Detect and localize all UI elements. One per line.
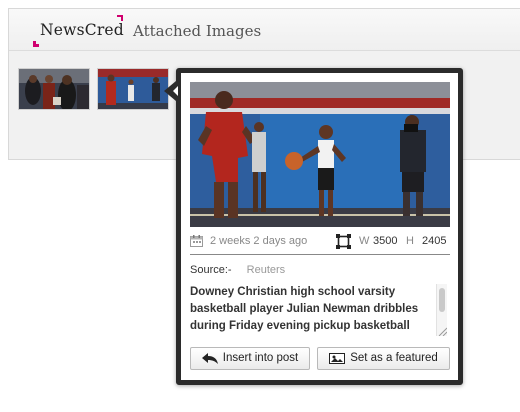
image-icon	[329, 352, 346, 364]
button-content: Set as a featured	[318, 352, 449, 364]
width-value: 3500	[373, 235, 398, 247]
source-label: Source:-	[190, 264, 232, 276]
image-detail-popover: 2 weeks 2 days ago W 3500 H 2405 Source:…	[164, 68, 463, 385]
width-label: W	[359, 235, 370, 247]
featured-label: Set as a featured	[350, 352, 438, 364]
basketball-photo	[190, 82, 450, 227]
divider	[190, 254, 450, 255]
logo-corner-mark	[33, 41, 39, 47]
height-label: H	[406, 235, 414, 247]
panel-header: NewsCred Attached Images	[9, 9, 520, 51]
thumbnail-image-basketball	[98, 69, 168, 109]
app-stage: NewsCred Attached Images 2 weeks 2 days …	[0, 0, 520, 412]
image-preview	[190, 82, 450, 227]
button-content: Insert into post	[191, 352, 309, 364]
reply-arrow-icon	[201, 352, 218, 364]
height-value: 2405	[422, 235, 447, 247]
scrollbar-thumb[interactable]	[439, 288, 445, 312]
image-thumbnail-selected[interactable]	[97, 68, 169, 110]
caption-text: Downey Christian high school varsity bas…	[190, 286, 419, 332]
source-value: Reuters	[246, 264, 286, 276]
set-featured-button[interactable]: Set as a featured	[317, 347, 450, 370]
logo-text: NewsCred	[40, 21, 124, 39]
image-meta-row: 2 weeks 2 days ago W 3500 H 2405	[190, 233, 450, 251]
crop-icon	[336, 234, 351, 249]
insert-label: Insert into post	[222, 352, 299, 364]
image-thumbnail[interactable]	[18, 68, 90, 110]
newscred-logo: NewsCred	[33, 15, 124, 47]
popover-arrow-inner	[173, 86, 178, 96]
caption-textarea[interactable]: Downey Christian high school varsity bas…	[190, 284, 450, 336]
source-row: Source:- Reuters	[190, 264, 285, 276]
insert-into-post-button[interactable]: Insert into post	[190, 347, 310, 370]
image-date: 2 weeks 2 days ago	[210, 235, 308, 247]
thumbnail-image-crowd	[19, 69, 89, 109]
calendar-icon	[190, 235, 203, 247]
resize-grip-icon[interactable]	[437, 326, 447, 336]
page-title: Attached Images	[133, 22, 262, 40]
